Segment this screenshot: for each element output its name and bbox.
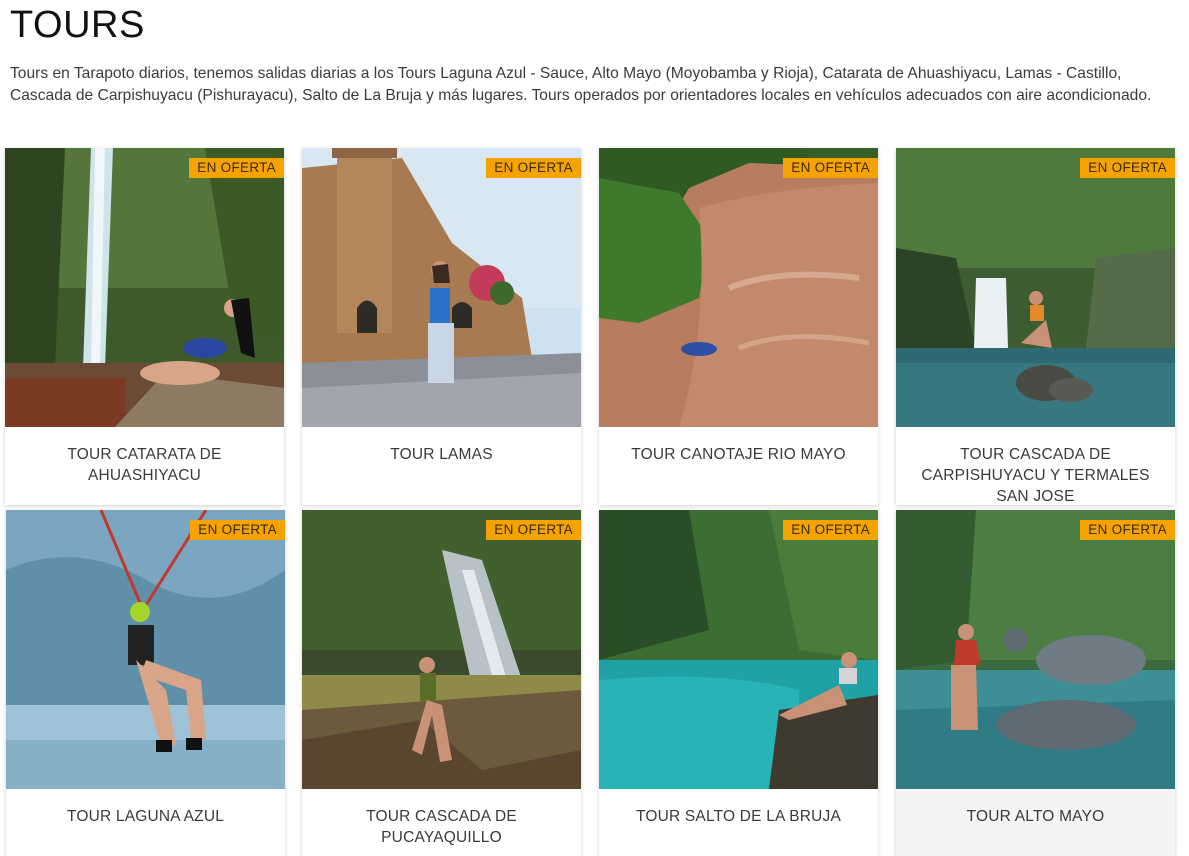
tour-image[interactable]: EN OFERTA	[896, 510, 1175, 789]
tour-title[interactable]: TOUR CANOTAJE RIO MAYO	[599, 427, 878, 465]
offer-badge: EN OFERTA	[1080, 520, 1175, 540]
offer-badge: EN OFERTA	[783, 158, 878, 178]
tour-image[interactable]: EN OFERTA	[6, 510, 285, 789]
offer-badge: EN OFERTA	[190, 520, 285, 540]
tour-image[interactable]: EN OFERTA	[599, 510, 878, 789]
tour-card[interactable]: EN OFERTA TOUR CATARATA DE AHUASHIYACU	[5, 148, 284, 505]
tour-card[interactable]: EN OFERTA TOUR CASCADA DE PUCAYAQUILLO	[302, 510, 581, 856]
tour-title[interactable]: TOUR LAGUNA AZUL	[6, 789, 285, 827]
tour-card[interactable]: EN OFERTA TOUR CASCADA DE CARPISHUYACU Y…	[896, 148, 1175, 505]
tours-grid: EN OFERTA TOUR CATARATA DE AHUASHIYACU E…	[5, 148, 1185, 856]
tour-title[interactable]: TOUR LAMAS	[302, 427, 581, 465]
tour-image[interactable]: EN OFERTA	[302, 148, 581, 427]
offer-badge: EN OFERTA	[783, 520, 878, 540]
tour-card[interactable]: EN OFERTA TOUR SALTO DE LA BRUJA	[599, 510, 878, 856]
offer-badge: EN OFERTA	[486, 520, 581, 540]
tour-title[interactable]: TOUR CASCADA DE PUCAYAQUILLO	[302, 789, 581, 848]
tour-image[interactable]: EN OFERTA	[302, 510, 581, 789]
tour-card[interactable]: EN OFERTA TOUR LAGUNA AZUL	[6, 510, 285, 856]
tour-image[interactable]: EN OFERTA	[599, 148, 878, 427]
offer-badge: EN OFERTA	[1080, 158, 1175, 178]
tour-title[interactable]: TOUR CASCADA DE CARPISHUYACU Y TERMALES …	[896, 427, 1175, 505]
page-intro: Tours en Tarapoto diarios, tenemos salid…	[10, 65, 1152, 104]
offer-badge: EN OFERTA	[486, 158, 581, 178]
offer-badge: EN OFERTA	[189, 158, 284, 178]
tour-card[interactable]: EN OFERTA TOUR LAMAS	[302, 148, 581, 505]
tour-title[interactable]: TOUR SALTO DE LA BRUJA	[599, 789, 878, 827]
tour-image[interactable]: EN OFERTA	[5, 148, 284, 427]
tour-title[interactable]: TOUR ALTO MAYO	[896, 789, 1175, 827]
tour-card[interactable]: EN OFERTA TOUR ALTO MAYO	[896, 510, 1175, 856]
tour-image[interactable]: EN OFERTA	[896, 148, 1175, 427]
tour-card[interactable]: EN OFERTA TOUR CANOTAJE RIO MAYO	[599, 148, 878, 505]
tour-title[interactable]: TOUR CATARATA DE AHUASHIYACU	[5, 427, 284, 486]
page-title: TOURS	[10, 4, 145, 46]
